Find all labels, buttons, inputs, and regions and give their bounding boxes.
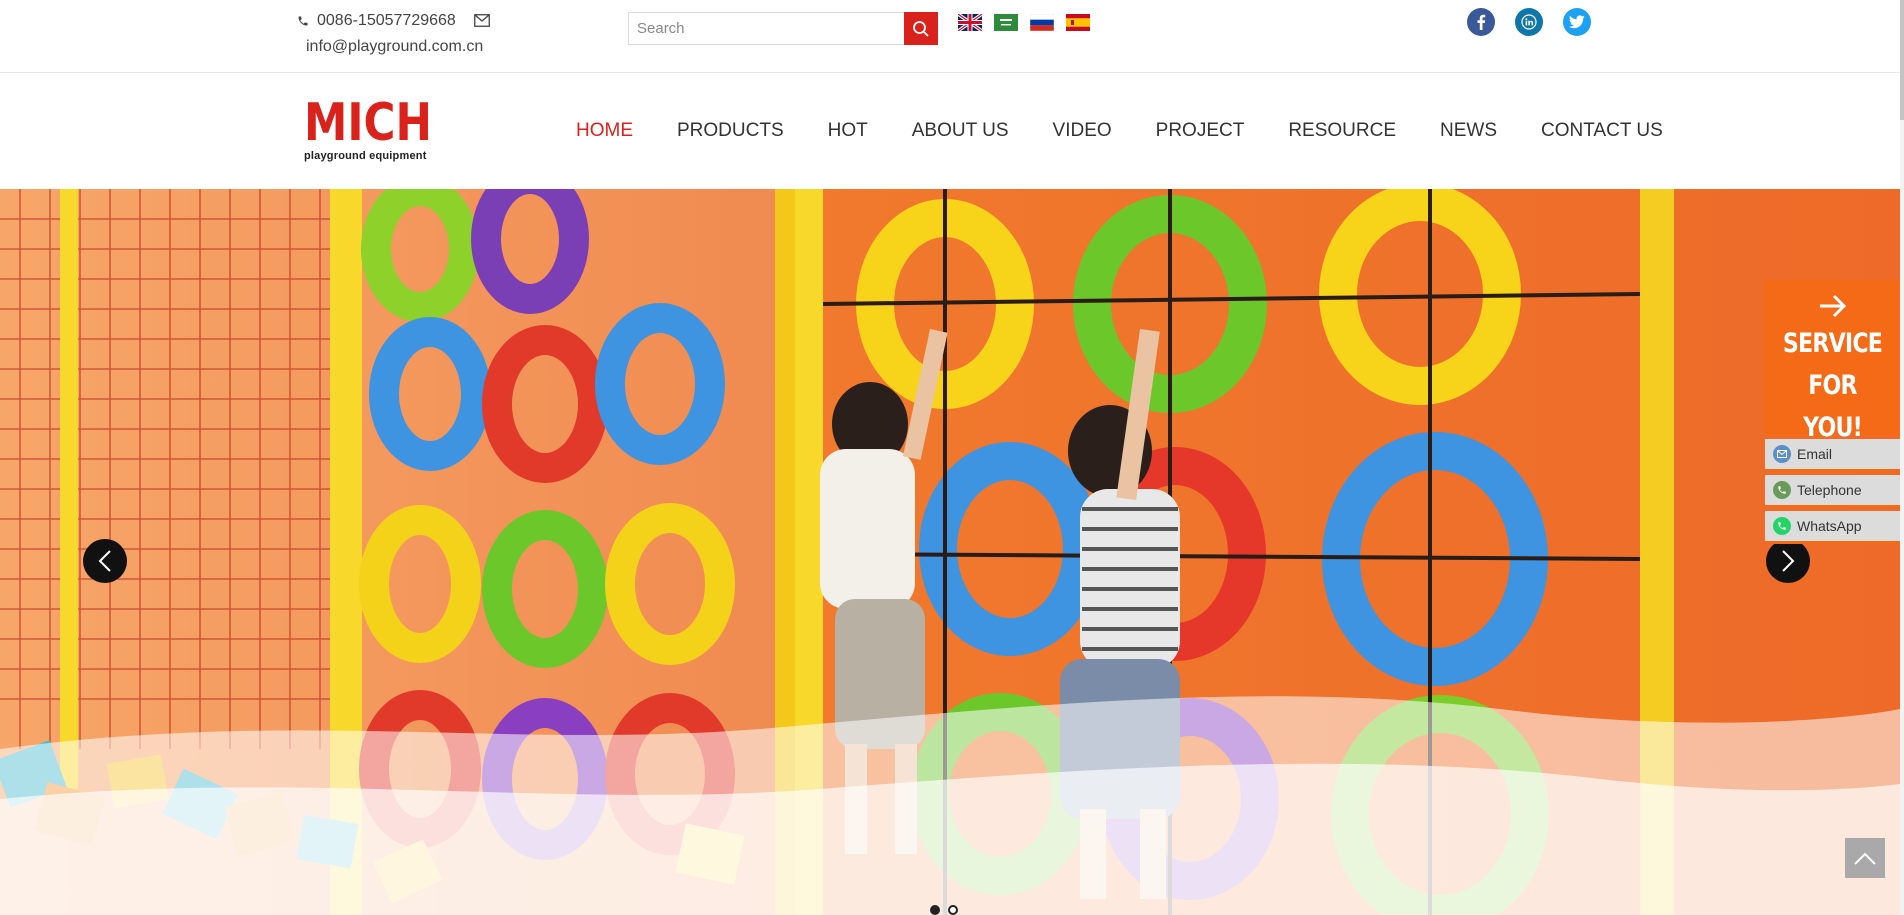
search-form bbox=[628, 12, 938, 45]
email-address[interactable]: info@playground.com.cn bbox=[306, 38, 483, 56]
page-scrollbar[interactable] bbox=[1900, 0, 1904, 915]
logo-wordmark: MICH bbox=[304, 93, 432, 153]
hero-slider bbox=[0, 189, 1900, 915]
service-title-line2: FOR YOU! bbox=[1803, 370, 1863, 443]
service-panel: SERVICE FOR YOU! Email Telephone WhatsAp… bbox=[1765, 280, 1900, 544]
phone-icon bbox=[298, 16, 308, 26]
chevron-up-icon bbox=[1854, 852, 1876, 865]
top-bar: 0086-15057729668 info@playground.com.cn bbox=[0, 0, 1904, 73]
service-item-telephone[interactable]: Telephone bbox=[1765, 475, 1900, 508]
facebook-icon[interactable] bbox=[1467, 8, 1495, 36]
search-input[interactable] bbox=[628, 12, 904, 45]
service-item-whatsapp[interactable]: WhatsApp bbox=[1765, 511, 1900, 544]
russian-flag-icon[interactable] bbox=[1030, 14, 1054, 31]
back-to-top-button[interactable] bbox=[1845, 838, 1885, 878]
phone-number[interactable]: 0086-15057729668 bbox=[317, 12, 456, 30]
slider-prev-button[interactable] bbox=[83, 539, 127, 583]
chevron-left-icon bbox=[98, 550, 111, 572]
main-nav: HOME PRODUCTS HOT ABOUT US VIDEO PROJECT… bbox=[576, 120, 1663, 142]
svg-text:MICH: MICH bbox=[304, 96, 432, 146]
linkedin-icon[interactable] bbox=[1515, 8, 1543, 36]
logo-tagline: playground equipment bbox=[304, 150, 427, 162]
nav-resource[interactable]: RESOURCE bbox=[1288, 120, 1396, 142]
language-switcher bbox=[958, 14, 1090, 31]
service-title-line1: SERVICE bbox=[1782, 328, 1883, 359]
chevron-right-icon bbox=[1782, 550, 1795, 572]
slider-pagination bbox=[930, 905, 958, 915]
search-icon bbox=[913, 20, 929, 37]
mail-icon bbox=[474, 14, 490, 27]
site-header: MICH playground equipment HOME PRODUCTS … bbox=[0, 74, 1904, 189]
hero-banner-image bbox=[0, 189, 1900, 915]
nav-news[interactable]: NEWS bbox=[1440, 120, 1497, 142]
site-logo[interactable]: MICH playground equipment bbox=[304, 93, 434, 166]
service-panel-header[interactable]: SERVICE FOR YOU! bbox=[1765, 280, 1900, 443]
nav-contact-us[interactable]: CONTACT US bbox=[1541, 120, 1663, 142]
slider-next-button[interactable] bbox=[1766, 539, 1810, 583]
telephone-icon bbox=[1773, 481, 1791, 499]
nav-products[interactable]: PRODUCTS bbox=[677, 120, 784, 142]
whatsapp-icon bbox=[1773, 517, 1791, 535]
arrow-right-icon bbox=[1819, 294, 1846, 318]
slider-dot-1[interactable] bbox=[930, 905, 940, 915]
arabic-flag-icon[interactable] bbox=[994, 14, 1018, 31]
phone-contact[interactable]: 0086-15057729668 bbox=[297, 12, 456, 30]
spanish-flag-icon[interactable] bbox=[1066, 14, 1090, 31]
scrollbar-thumb[interactable] bbox=[1900, 0, 1904, 120]
nav-home[interactable]: HOME bbox=[576, 120, 633, 142]
service-item-label: Telephone bbox=[1797, 482, 1862, 498]
slider-dot-2[interactable] bbox=[948, 905, 958, 915]
nav-hot[interactable]: HOT bbox=[828, 120, 868, 142]
search-button[interactable] bbox=[904, 12, 938, 45]
social-links bbox=[1467, 8, 1591, 36]
nav-project[interactable]: PROJECT bbox=[1156, 120, 1245, 142]
english-flag-icon[interactable] bbox=[958, 14, 982, 31]
nav-about-us[interactable]: ABOUT US bbox=[912, 120, 1009, 142]
nav-video[interactable]: VIDEO bbox=[1053, 120, 1112, 142]
twitter-icon[interactable] bbox=[1563, 8, 1591, 36]
service-item-label: WhatsApp bbox=[1797, 518, 1862, 534]
